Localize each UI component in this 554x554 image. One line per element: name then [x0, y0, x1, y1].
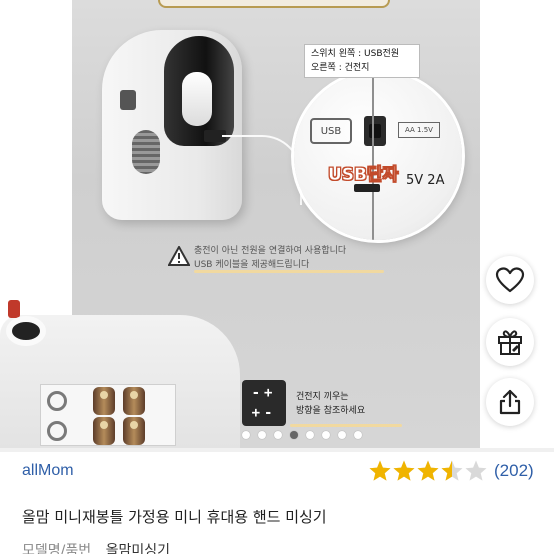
model-info: 모델명/품번 올맘미싱기 — [22, 540, 170, 554]
star-icon — [465, 460, 487, 481]
warning-line-1: 충전이 아닌 전원을 연결하여 사용합니다 — [194, 246, 347, 256]
carousel-pagination[interactable] — [242, 430, 362, 440]
polarity-row-1: -+ — [251, 385, 277, 401]
red-spool-pin — [8, 300, 20, 318]
usb-port — [354, 184, 380, 192]
star-icon — [417, 460, 439, 481]
warning-icon — [168, 246, 190, 266]
callout-line-battery: 오른쪽 : 건전지 — [311, 63, 370, 73]
callout-line-usb: 스위치 왼쪽 : USB전원 — [311, 49, 400, 59]
tension-dial — [6, 316, 46, 346]
rating-summary[interactable]: (202) — [368, 458, 534, 484]
battery-compartment — [40, 384, 176, 446]
power-warning: 충전이 아닌 전원을 연결하여 사용합니다 USB 케이블을 제공해드립니다 — [168, 244, 388, 276]
carousel-dot[interactable] — [258, 431, 266, 439]
gift-button[interactable] — [486, 318, 534, 366]
carousel-dot[interactable] — [306, 431, 314, 439]
carousel-dot[interactable] — [242, 431, 250, 439]
star-icon — [393, 460, 415, 481]
sewing-machine-spindle — [120, 90, 136, 110]
battery-spring — [47, 391, 67, 411]
battery — [123, 417, 145, 445]
usb-icon: USB — [310, 118, 352, 144]
warning-highlight — [194, 270, 384, 273]
carousel-dot[interactable] — [290, 431, 298, 439]
share-icon — [499, 389, 521, 415]
battery-direction-note: 건전지 끼우는 방향을 참조하세요 — [296, 390, 365, 418]
usb-port-label: USB단자 — [328, 165, 399, 186]
share-button[interactable] — [486, 378, 534, 426]
warning-text: 충전이 아닌 전원을 연결하여 사용합니다 USB 케이블을 제공해드립니다 — [194, 244, 346, 272]
battery — [93, 387, 115, 415]
sewing-machine-wheel — [132, 130, 160, 174]
usb-port-closeup: USB AA 1.5V USB단자 5V 2A — [294, 72, 462, 240]
star-icon — [369, 460, 391, 481]
top-banner-decoration — [158, 0, 390, 8]
brand-link[interactable]: allMom — [22, 462, 74, 480]
polarity-row-2: +- — [251, 405, 277, 421]
battery — [93, 417, 115, 445]
carousel-dot[interactable] — [338, 431, 346, 439]
usb-cable — [222, 135, 302, 205]
product-title: 올맘 미니재봉틀 가정용 미니 휴대용 핸드 미싱기 — [22, 508, 327, 526]
battery-spring — [47, 421, 67, 441]
battery-icon: AA 1.5V — [398, 122, 440, 138]
review-count[interactable]: (202) — [494, 461, 534, 481]
battery-note-highlight — [290, 424, 402, 427]
polarity-guide: -+ +- — [242, 380, 286, 426]
star-icon — [441, 460, 463, 481]
carousel-dot[interactable] — [354, 431, 362, 439]
carousel-dot[interactable] — [274, 431, 282, 439]
battery-note-line-1: 건전지 끼우는 — [296, 392, 349, 402]
closeup-divider — [372, 72, 374, 240]
carousel-dot[interactable] — [322, 431, 330, 439]
battery-note-line-2: 방향을 참조하세요 — [296, 406, 366, 416]
usb-voltage-label: 5V 2A — [406, 173, 445, 188]
product-image-carousel[interactable]: USB AA 1.5V USB단자 5V 2A 스위치 왼쪽 : USB전원 오… — [0, 0, 554, 448]
section-divider — [0, 448, 554, 452]
battery — [123, 387, 145, 415]
model-label[interactable]: 모델명/품번 — [22, 543, 91, 554]
power-switch — [364, 116, 386, 146]
model-value: 올맘미싱기 — [105, 543, 170, 554]
heart-icon — [495, 267, 525, 293]
rating-stars — [368, 459, 488, 483]
switch-callout: 스위치 왼쪽 : USB전원 오른쪽 : 건전지 — [304, 44, 420, 78]
like-button[interactable] — [486, 256, 534, 304]
gift-icon — [498, 330, 522, 355]
